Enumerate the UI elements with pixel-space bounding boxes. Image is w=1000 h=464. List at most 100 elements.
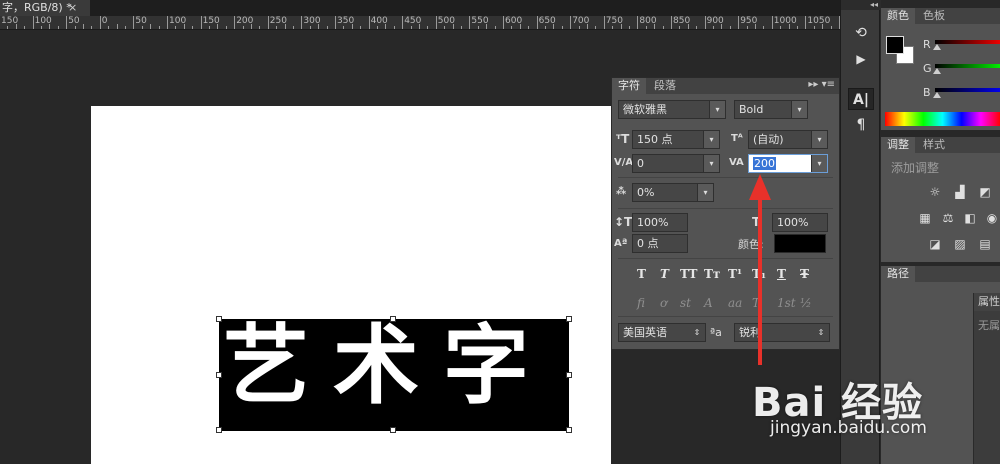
ruler-label: 50 [135, 16, 147, 26]
history-icon[interactable]: ⟲ [848, 22, 874, 44]
ruler-subtick [141, 26, 143, 29]
color-balance-icon[interactable]: ⚖ [939, 211, 957, 225]
transform-handle[interactable] [216, 427, 222, 433]
tab-swatches[interactable]: 色板 [917, 8, 951, 24]
kerning-field[interactable]: 0 ▾ [632, 154, 720, 173]
leading-icon: Tᴬ [731, 133, 743, 144]
ruler-subtick [444, 26, 446, 29]
tab-color[interactable]: 颜色 [881, 8, 915, 24]
text-color-swatch[interactable] [774, 234, 826, 253]
font-size-field[interactable]: 150 点 ▾ [632, 130, 720, 149]
panel-menu-icon[interactable]: ▸▸ ▾≡ [808, 79, 835, 90]
font-family-select[interactable]: 微软雅黑 ▾ [618, 100, 726, 119]
transform-handle[interactable] [566, 372, 572, 378]
ruler-subtick [57, 26, 59, 29]
gradient-map-icon[interactable]: ▤ [976, 237, 994, 251]
ruler-subtick [24, 26, 26, 29]
opentype-button[interactable]: st [680, 296, 691, 310]
opentype-button[interactable]: ơ [660, 296, 667, 310]
language-select[interactable]: 美国英语 ⇕ [618, 323, 706, 342]
ruler-subtick [687, 24, 689, 29]
faux-style-button[interactable]: Ŧ [800, 267, 809, 281]
ruler-subtick [822, 24, 824, 29]
character-panel-icon[interactable]: A| [848, 88, 874, 110]
black-white-icon[interactable]: ◧ [961, 211, 979, 225]
ruler-subtick [545, 26, 546, 29]
color-spectrum-bar[interactable] [885, 112, 1000, 126]
ruler-tick [301, 16, 303, 29]
invert-icon[interactable]: ◪ [926, 237, 944, 251]
opentype-button[interactable]: A [704, 296, 713, 310]
photo-filter-icon[interactable]: ◉ [983, 211, 1000, 225]
tab-paths[interactable]: 路径 [881, 266, 915, 282]
color-panel-header: 颜色 色板 [881, 8, 1000, 24]
chevron-down-icon: ▾ [709, 101, 725, 118]
font-size-icon: ᵀT [616, 132, 630, 146]
vertical-scale-field[interactable]: 100% [632, 213, 688, 232]
green-slider[interactable] [935, 64, 1000, 68]
ruler-tick [469, 16, 471, 29]
ruler-tick [99, 16, 101, 29]
chevron-updown-icon: ⇕ [689, 324, 705, 341]
properties-content: 无属 [978, 319, 1000, 332]
red-slider[interactable] [935, 40, 1000, 44]
ruler-tick [234, 16, 236, 29]
tab-styles[interactable]: 样式 [917, 137, 951, 153]
collapse-icon[interactable]: ◂◂ [841, 0, 881, 10]
baidu-watermark-url: jingyan.baidu.com [770, 418, 927, 438]
leading-field[interactable]: (自动) ▾ [748, 130, 828, 149]
font-style-select[interactable]: Bold ▾ [734, 100, 808, 119]
transform-handle[interactable] [390, 316, 396, 322]
divider [618, 316, 833, 317]
ruler-subtick [797, 26, 798, 29]
posterize-icon[interactable]: ▨ [951, 237, 969, 251]
tab-paragraph[interactable]: 段落 [648, 78, 682, 94]
kerning-icon: V/A [614, 157, 634, 168]
ruler-subtick [192, 26, 194, 29]
curves-icon[interactable]: ◩ [976, 185, 994, 199]
transform-handle[interactable] [216, 372, 222, 378]
transform-handle[interactable] [566, 316, 572, 322]
opentype-button[interactable]: fi [637, 296, 645, 310]
red-slider-thumb[interactable] [933, 44, 941, 50]
green-slider-thumb[interactable] [933, 68, 941, 74]
faux-style-button[interactable]: Tт [704, 267, 720, 281]
ruler-tick [503, 16, 504, 29]
vertical-scale-value: 100% [637, 216, 669, 229]
faux-style-button[interactable]: TT [680, 267, 697, 281]
tab-adjustments[interactable]: 调整 [881, 137, 915, 153]
blue-slider-thumb[interactable] [933, 92, 941, 98]
horizontal-scale-field[interactable]: 100% [772, 213, 828, 232]
ruler-subtick [284, 24, 286, 29]
document-tab[interactable]: 字，RGB/8) * × [0, 0, 90, 16]
ruler-subtick [780, 26, 782, 29]
art-text-layer[interactable]: 艺术字 [219, 310, 569, 422]
tab-properties[interactable]: 属性 [974, 293, 1000, 311]
ruler-label: 1000 [773, 16, 797, 26]
faux-style-button[interactable]: T [660, 267, 669, 281]
foreground-color-swatch[interactable] [886, 36, 904, 54]
ruler-tick [267, 16, 269, 29]
divider [618, 258, 833, 259]
transform-handle[interactable] [566, 427, 572, 433]
tracking-value: 200 [753, 157, 776, 170]
transform-handle[interactable] [390, 427, 396, 433]
tsume-field[interactable]: 0% ▾ [632, 183, 714, 202]
brightness-icon[interactable]: ☼ [926, 185, 944, 199]
ruler-tick [402, 16, 404, 29]
close-icon[interactable]: × [68, 0, 77, 16]
baseline-shift-field[interactable]: 0 点 [632, 234, 688, 253]
ruler-subtick [528, 26, 530, 29]
blue-slider[interactable] [935, 88, 1000, 92]
hue-saturation-icon[interactable]: ▦ [916, 211, 934, 225]
tab-character[interactable]: 字符 [612, 78, 646, 94]
opentype-button[interactable]: ½ [800, 296, 812, 310]
transform-handle[interactable] [216, 316, 222, 322]
play-icon[interactable]: ▶ [848, 48, 874, 70]
ruler-subtick [511, 26, 513, 29]
ruler-subtick [713, 26, 714, 29]
levels-icon[interactable]: ▟ [951, 185, 969, 199]
divider [618, 177, 833, 178]
faux-style-button[interactable]: T [637, 267, 646, 281]
paragraph-panel-icon[interactable]: ¶ [848, 114, 874, 136]
